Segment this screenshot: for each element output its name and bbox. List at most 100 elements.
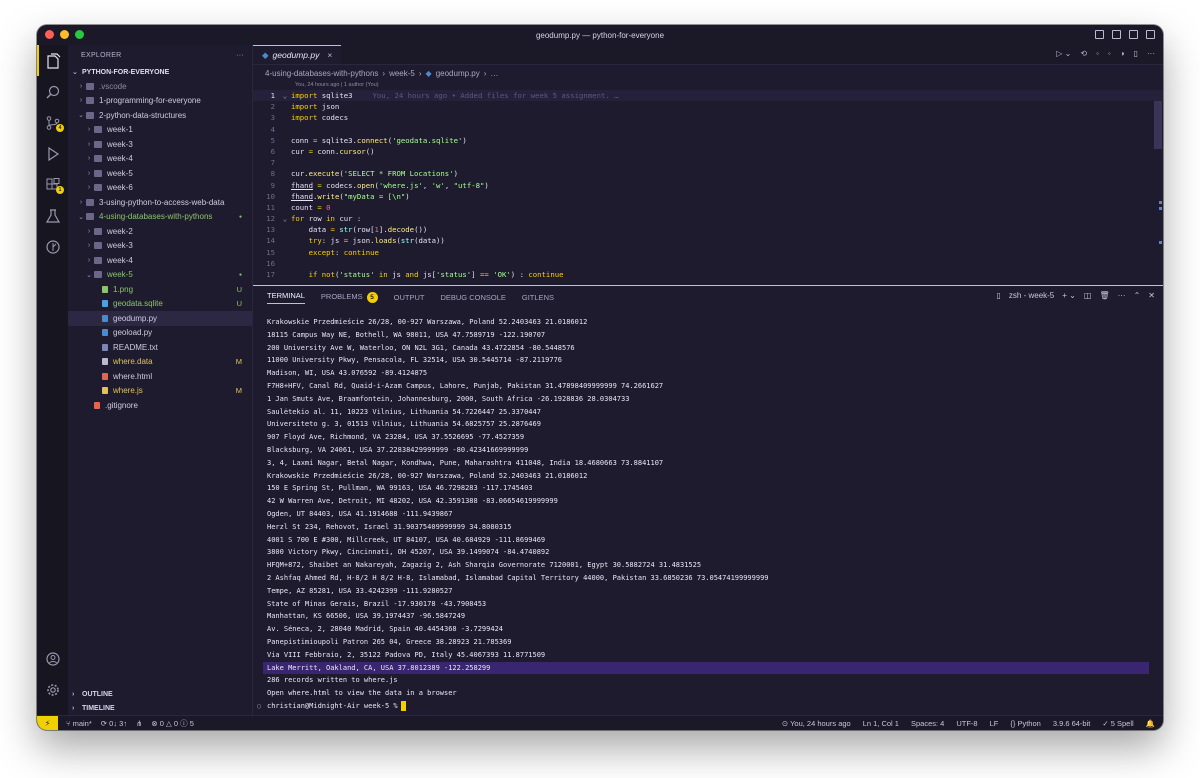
code-line[interactable]: 17 if not('status' in js and js['status'… [253, 269, 1163, 280]
codelens-blame[interactable]: You, 24 hours ago | 1 author (You) [253, 81, 1163, 90]
timeline-section[interactable]: › TIMELINE [68, 701, 252, 715]
source-control-icon[interactable]: 4 [37, 107, 68, 138]
accounts-icon[interactable] [37, 643, 68, 674]
close-window-button[interactable] [45, 30, 54, 39]
tree-folder[interactable]: ⌄ 4-using-databases-with-pythons ● [68, 210, 252, 225]
terminal-output[interactable]: Krakowskie Przedmieście 26/28, 00-927 Wa… [253, 308, 1163, 713]
terminal-prompt[interactable]: ○ christian@Midnight-Air week-5 % [257, 700, 1163, 713]
breadcrumb-symbol[interactable]: … [490, 69, 498, 78]
code-line[interactable]: 9 fhand = codecs.open('where.js', 'w', "u… [253, 180, 1163, 191]
gitlens-icon[interactable] [37, 231, 68, 262]
explorer-icon[interactable] [37, 45, 68, 76]
tree-file[interactable]: geoload.py [68, 326, 252, 341]
next-change-icon[interactable]: ◦ [1108, 49, 1111, 58]
tree-folder[interactable]: ⌄ week-5 ● [68, 268, 252, 283]
breadcrumb-file[interactable]: geodump.py [436, 69, 480, 78]
tree-folder[interactable]: › week-3 [68, 137, 252, 152]
tree-folder[interactable]: › week-1 [68, 123, 252, 138]
tree-folder[interactable]: › week-4 [68, 253, 252, 268]
tree-file[interactable]: 1.png U [68, 282, 252, 297]
zoom-window-button[interactable] [75, 30, 84, 39]
python-interpreter[interactable]: 3.9.6 64-bit [1053, 719, 1091, 728]
code-line[interactable]: 14 try: js = json.loads(str(data)) [253, 235, 1163, 246]
tree-file[interactable]: where.js M [68, 384, 252, 399]
code-line[interactable]: 6 cur = conn.cursor() [253, 146, 1163, 157]
more-actions-icon[interactable]: ··· [1118, 291, 1126, 300]
kill-terminal-icon[interactable]: 🗑 [1099, 291, 1109, 300]
encoding[interactable]: UTF-8 [956, 719, 977, 728]
code-line[interactable]: 2 import json [253, 101, 1163, 112]
tab-problems[interactable]: PROBLEMS 5 [321, 291, 378, 303]
close-tab-icon[interactable]: × [327, 50, 332, 60]
tree-folder[interactable]: › week-2 [68, 224, 252, 239]
toggle-blame-icon[interactable]: ◑ [1120, 49, 1125, 58]
sync-status[interactable]: ⟳ 0↓ 3↑ [101, 719, 127, 728]
code-line[interactable]: 8 cur.execute('SELECT * FROM Locations') [253, 168, 1163, 179]
previous-change-icon[interactable]: ◦ [1096, 49, 1099, 58]
toggle-secondary-sidebar-icon[interactable] [1129, 30, 1138, 39]
settings-gear-icon[interactable] [37, 674, 68, 705]
code-editor[interactable]: 1 ⌄ import sqlite3 You, 24 hours ago • Adde… [253, 90, 1163, 280]
notifications-bell-icon[interactable]: 🔔 [1146, 719, 1155, 728]
tree-file[interactable]: geodump.py [68, 311, 252, 326]
close-panel-icon[interactable]: ✕ [1148, 291, 1155, 300]
code-line[interactable]: 12 ⌄ for row in cur : [253, 213, 1163, 224]
split-terminal-icon[interactable]: ◫ [1084, 291, 1092, 300]
breadcrumb-folder[interactable]: 4-using-databases-with-pythons [265, 69, 378, 78]
tree-folder[interactable]: › week-3 [68, 239, 252, 254]
problems-status[interactable]: ⊗ 0 △ 0 ⓘ 5 [151, 718, 194, 729]
code-line[interactable]: 11 count = 0 [253, 202, 1163, 213]
code-line[interactable]: 5 conn = sqlite3.connect('geodata.sqlite'… [253, 135, 1163, 146]
tree-folder[interactable]: › 3-using-python-to-access-web-data [68, 195, 252, 210]
open-changes-icon[interactable]: ⟲ [1080, 49, 1087, 58]
customize-layout-icon[interactable] [1146, 30, 1155, 39]
tab-debug-console[interactable]: DEBUG CONSOLE [440, 293, 505, 302]
spell-checker[interactable]: ✓ 5 Spell [1102, 719, 1133, 728]
maximize-panel-icon[interactable]: ⌃ [1134, 291, 1141, 300]
end-of-line[interactable]: LF [990, 719, 999, 728]
code-line[interactable]: 7 [253, 157, 1163, 168]
code-line[interactable]: 1 ⌄ import sqlite3 You, 24 hours ago • Adde… [253, 90, 1163, 102]
tree-folder[interactable]: › week-5 [68, 166, 252, 181]
tab-geodump[interactable]: ◆ geodump.py × [253, 45, 342, 64]
tree-folder[interactable]: ⌄ 2-python-data-structures [68, 108, 252, 123]
branch-status[interactable]: ⑂ main* [66, 719, 92, 728]
code-line[interactable]: 13 data = str(row[1].decode()) [253, 224, 1163, 235]
tree-folder[interactable]: › week-6 [68, 181, 252, 196]
minimize-window-button[interactable] [60, 30, 69, 39]
toggle-panel-icon[interactable] [1112, 30, 1121, 39]
testing-flask-icon[interactable] [37, 200, 68, 231]
tab-output[interactable]: OUTPUT [394, 293, 425, 302]
split-editor-icon[interactable]: ▯ [1134, 49, 1138, 58]
workspace-root[interactable]: ⌄ PYTHON-FOR-EVERYONE [68, 65, 252, 79]
tab-terminal[interactable]: TERMINAL [267, 291, 305, 304]
cursor-position[interactable]: Ln 1, Col 1 [863, 719, 899, 728]
breadcrumb-subfolder[interactable]: week-5 [389, 69, 415, 78]
tree-file[interactable]: README.txt [68, 340, 252, 355]
more-actions-icon[interactable]: ··· [1147, 49, 1155, 58]
code-line[interactable]: 15 except: continue [253, 247, 1163, 258]
fold-chevron-icon[interactable]: ⌄ [279, 90, 291, 101]
tree-folder[interactable]: › .vscode [68, 79, 252, 94]
code-line[interactable]: 10 fhand.write("myData = [\n") [253, 191, 1163, 202]
search-icon[interactable] [37, 76, 68, 107]
tree-folder[interactable]: › week-4 [68, 152, 252, 167]
code-line[interactable]: 4 [253, 124, 1163, 135]
remote-indicator-icon[interactable]: ⚡ [37, 715, 58, 730]
tree-file[interactable]: geodata.sqlite U [68, 297, 252, 312]
tree-file[interactable]: where.data M [68, 355, 252, 370]
toggle-sidebar-icon[interactable] [1095, 30, 1104, 39]
language-mode[interactable]: {} Python [1010, 719, 1040, 728]
run-debug-icon[interactable] [37, 138, 68, 169]
outline-section[interactable]: › OUTLINE [68, 687, 252, 701]
code-line[interactable]: 16 [253, 258, 1163, 269]
run-python-icon[interactable]: ▷ ⌄ [1056, 49, 1071, 58]
extensions-icon[interactable]: 1 [37, 169, 68, 200]
more-actions-icon[interactable]: ··· [236, 52, 244, 59]
terminal-selector[interactable]: zsh - week-5 [1009, 291, 1054, 300]
code-line[interactable]: 3 import codecs [253, 112, 1163, 123]
fold-chevron-icon[interactable]: ⌄ [279, 213, 291, 224]
tree-file[interactable]: where.html [68, 369, 252, 384]
tab-gitlens[interactable]: GITLENS [522, 293, 554, 302]
tree-file[interactable]: .gitignore [68, 398, 252, 413]
